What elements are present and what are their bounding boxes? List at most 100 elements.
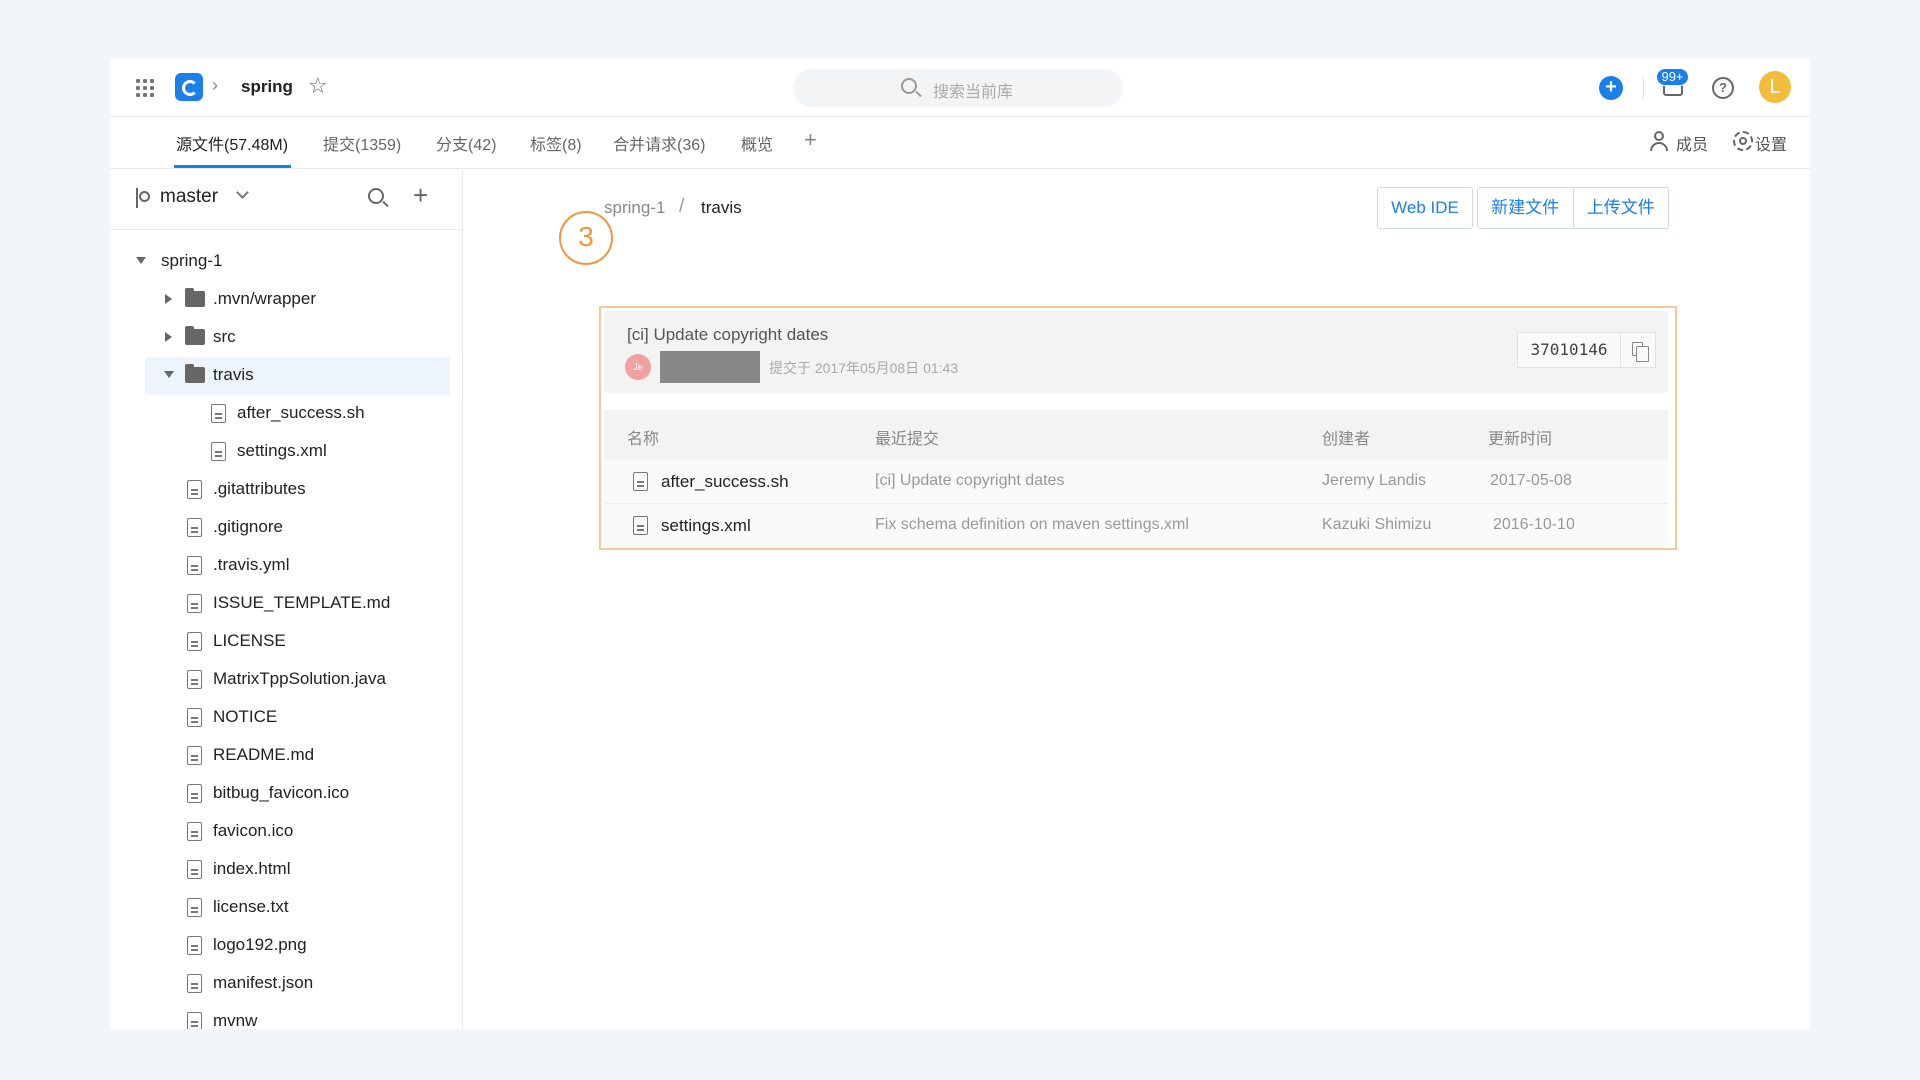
tree-file-item[interactable]: settings.xml (110, 433, 462, 471)
branch-selector[interactable]: master (160, 186, 218, 208)
tree-item-label: settings.xml (237, 441, 327, 460)
tree-file-item[interactable]: README.md (110, 737, 462, 775)
file-icon (633, 516, 648, 535)
file-name[interactable]: settings.xml (661, 516, 751, 536)
file-icon (187, 746, 202, 765)
tree-item-label: logo192.png (213, 935, 307, 954)
tree-file-item[interactable]: LICENSE (110, 623, 462, 661)
chevron-down-icon[interactable] (236, 186, 249, 199)
tree-item-label: LICENSE (213, 631, 286, 650)
caret-right-icon[interactable] (165, 332, 172, 342)
repo-name[interactable]: spring (241, 77, 293, 97)
file-actions-group: 新建文件 上传文件 (1477, 187, 1669, 229)
star-icon[interactable]: ☆ (308, 73, 328, 99)
add-tab-button[interactable]: + (804, 127, 817, 153)
file-updated: 2016-10-10 (1493, 516, 1575, 533)
table-row[interactable]: after_success.sh [ci] Update copyright d… (604, 460, 1668, 504)
search-icon[interactable] (368, 188, 384, 204)
commit-message[interactable]: [ci] Update copyright dates (627, 325, 828, 345)
tree-file-item[interactable]: after_success.sh (110, 395, 462, 433)
file-last-commit[interactable]: [ci] Update copyright dates (875, 472, 1064, 490)
file-icon (187, 632, 202, 651)
branch-bar: master + (110, 170, 462, 230)
column-header-last-commit: 最近提交 (875, 431, 940, 448)
add-icon[interactable]: + (413, 180, 428, 211)
tree-file-item[interactable]: .gitignore (110, 509, 462, 547)
tree-file-item[interactable]: logo192.png (110, 927, 462, 965)
tree-folder-item[interactable]: src (110, 319, 462, 357)
tab-tags[interactable]: 标签(8) (530, 131, 582, 155)
tab-branches[interactable]: 分支(42) (436, 131, 496, 155)
file-icon (187, 860, 202, 879)
tree-item-label: NOTICE (213, 707, 278, 726)
help-icon[interactable]: ? (1712, 77, 1734, 99)
person-icon[interactable] (1649, 131, 1669, 151)
tree-folder-item[interactable]: travis (145, 357, 450, 395)
breadcrumb-separator: / (679, 196, 685, 217)
tree-item-label: .gitignore (213, 517, 283, 536)
file-icon (211, 442, 226, 461)
file-icon (187, 556, 202, 575)
caret-down-icon[interactable] (164, 371, 174, 378)
search-icon (901, 78, 917, 94)
tree-item-label: MatrixTppSolution.java (213, 669, 386, 688)
web-ide-button[interactable]: Web IDE (1377, 187, 1473, 229)
avatar[interactable]: L (1759, 71, 1791, 103)
new-file-button[interactable]: 新建文件 (1478, 188, 1573, 228)
caret-down-icon[interactable] (136, 257, 146, 264)
tree-file-item[interactable]: MatrixTppSolution.java (110, 661, 462, 699)
tree-item-label: favicon.ico (213, 821, 294, 840)
commit-author-avatar: Je (625, 354, 651, 380)
tree-folder-item[interactable]: spring-1 (110, 243, 462, 281)
commit-hash[interactable]: 37010146 (1517, 332, 1621, 368)
tree-file-item[interactable]: .travis.yml (110, 547, 462, 585)
tree-item-label: index.html (213, 859, 291, 878)
table-header: 名称 最近提交 创建者 更新时间 (604, 410, 1668, 460)
tree-file-item[interactable]: NOTICE (110, 699, 462, 737)
file-name[interactable]: after_success.sh (661, 472, 789, 492)
app-logo-icon[interactable] (175, 73, 203, 101)
file-tree: spring-1 .mvn/wrapper src travis after_succe… (110, 243, 462, 1029)
tab-commits[interactable]: 提交(1359) (323, 131, 401, 155)
latest-commit-box: [ci] Update copyright dates Je 提交于 2017年… (604, 311, 1668, 393)
upload-file-button[interactable]: 上传文件 (1572, 188, 1669, 228)
column-header-updated: 更新时间 (1488, 431, 1553, 448)
members-link[interactable]: 成员 (1676, 131, 1708, 155)
tab-merge-requests[interactable]: 合并请求(36) (613, 131, 705, 155)
copy-icon (1632, 342, 1649, 362)
tab-overview[interactable]: 概览 (741, 131, 773, 155)
tree-item-label: mvnw (213, 1011, 258, 1029)
table-row[interactable]: settings.xml Fix schema definition on ma… (604, 504, 1668, 548)
tree-file-item[interactable]: ISSUE_TEMPLATE.md (110, 585, 462, 623)
search-placeholder: 搜索当前库 (933, 84, 1014, 101)
breadcrumb-root[interactable]: spring-1 (604, 198, 665, 218)
file-icon (187, 898, 202, 917)
tree-file-item[interactable]: manifest.json (110, 965, 462, 1003)
apps-grid-icon[interactable] (136, 79, 154, 97)
tree-file-item[interactable]: index.html (110, 851, 462, 889)
file-last-commit[interactable]: Fix schema definition on maven settings.… (875, 516, 1189, 534)
tree-item-label: .travis.yml (213, 555, 290, 574)
file-icon (187, 974, 202, 993)
gear-icon[interactable] (1733, 131, 1753, 151)
file-icon (187, 518, 202, 537)
file-icon (187, 784, 202, 803)
tree-item-label: after_success.sh (237, 403, 365, 422)
tree-item-label: manifest.json (213, 973, 314, 992)
caret-right-icon[interactable] (165, 294, 172, 304)
tree-folder-item[interactable]: .mvn/wrapper (110, 281, 462, 319)
settings-link[interactable]: 设置 (1755, 131, 1787, 155)
tree-file-item[interactable]: mvnw (110, 1003, 462, 1029)
tree-file-item[interactable]: favicon.ico (110, 813, 462, 851)
divider (1643, 77, 1644, 99)
repo-tabs: 源文件(57.48M) 提交(1359) 分支(42) 标签(8) 合并请求(3… (110, 117, 1810, 169)
create-button[interactable]: + (1599, 76, 1623, 100)
file-icon (211, 404, 226, 423)
column-header-author: 创建者 (1322, 431, 1371, 448)
tab-source-files[interactable]: 源文件(57.48M) (176, 131, 288, 155)
tree-file-item[interactable]: bitbug_favicon.ico (110, 775, 462, 813)
copy-hash-button[interactable] (1620, 332, 1656, 368)
search-input[interactable]: 搜索当前库 (793, 69, 1123, 107)
tree-file-item[interactable]: .gitattributes (110, 471, 462, 509)
tree-file-item[interactable]: license.txt (110, 889, 462, 927)
